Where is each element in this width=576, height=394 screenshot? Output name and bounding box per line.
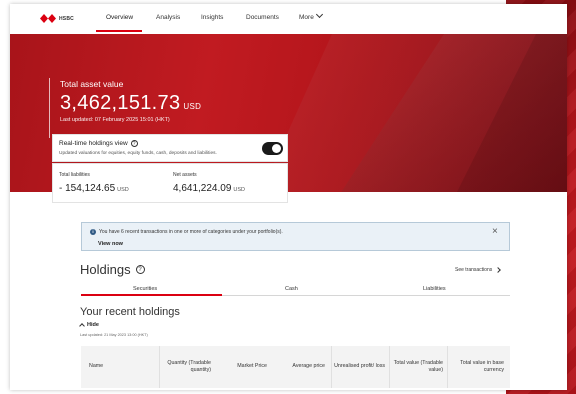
- top-navigation: HSBC Overview Analysis Insights Document…: [10, 4, 567, 34]
- info-filled-icon: i: [90, 229, 96, 235]
- holdings-tabs: Securities Cash Liabilities: [81, 284, 510, 296]
- view-now-link[interactable]: View now: [98, 241, 123, 247]
- holdings-last-updated: Last updated: 21 May 2023 13:00 (HKT): [80, 333, 148, 337]
- hide-toggle[interactable]: Hide: [79, 322, 99, 329]
- tab-securities[interactable]: Securities: [133, 286, 157, 292]
- logo-text: HSBC: [59, 15, 74, 22]
- total-liabilities-currency: USD: [117, 187, 129, 193]
- toggle-knob: [272, 144, 281, 153]
- nav-overview[interactable]: Overview: [106, 14, 133, 21]
- holdings-title: Holdings: [80, 262, 131, 277]
- net-assets-currency: USD: [233, 187, 246, 193]
- hero-divider: [49, 78, 50, 138]
- net-assets-label: Net assets: [173, 172, 197, 178]
- chevron-down-icon: [315, 10, 323, 19]
- transactions-notice: i You have 6 recent transactions in one …: [81, 222, 510, 251]
- tab-cash[interactable]: Cash: [285, 286, 298, 292]
- nav-active-indicator: [96, 30, 142, 32]
- last-updated-text: Last updated: 07 February 2025 15:01 (HK…: [60, 117, 170, 123]
- nav-documents[interactable]: Documents: [246, 14, 279, 21]
- nav-analysis[interactable]: Analysis: [156, 14, 180, 21]
- realtime-subtitle: Updated valuations for equities, equity …: [59, 151, 217, 156]
- recent-holdings-title: Your recent holdings: [80, 306, 180, 318]
- realtime-title: Real-time holdings view ?: [59, 140, 138, 147]
- tab-liabilities[interactable]: Liabilities: [423, 286, 446, 292]
- nav-insights[interactable]: Insights: [201, 14, 223, 21]
- column-header-total-value-base[interactable]: Total value in base currency: [447, 346, 508, 388]
- realtime-title-label: Real-time holdings view: [59, 140, 128, 147]
- column-header-total-value[interactable]: Total value (Tradable value): [389, 346, 447, 388]
- column-header-average-price[interactable]: Average price: [269, 346, 327, 388]
- holdings-info-icon[interactable]: ?: [135, 265, 145, 274]
- info-icon[interactable]: ?: [130, 140, 138, 147]
- see-transactions-label: See transactions: [455, 267, 493, 273]
- total-asset-amount: 3,462,151.73: [60, 92, 181, 114]
- main-panel: HSBC Overview Analysis Insights Document…: [10, 4, 567, 390]
- close-icon[interactable]: ×: [492, 226, 498, 237]
- net-assets-value: 4,641,224.09 USD: [173, 183, 245, 194]
- see-transactions-link[interactable]: See transactions: [455, 267, 502, 273]
- total-liabilities-label: Total liabilities: [59, 172, 90, 178]
- nav-more-label: More: [299, 14, 314, 21]
- realtime-holdings-card: Real-time holdings view ? Updated valuat…: [52, 134, 288, 162]
- total-liabilities-value: - 154,124.65 USD: [59, 183, 129, 194]
- chevron-right-icon: [495, 267, 502, 273]
- realtime-toggle[interactable]: [262, 142, 283, 155]
- total-liabilities-amount: - 154,124.65: [59, 183, 116, 194]
- notice-text: You have 6 recent transactions in one or…: [99, 229, 283, 235]
- column-header-quantity[interactable]: Quantity (Tradable quantity): [159, 346, 215, 388]
- net-assets-amount: 4,641,224.09: [173, 183, 232, 194]
- column-header-unrealised-pl[interactable]: Unrealised profit/ loss: [331, 346, 389, 388]
- holdings-heading: Holdings ?: [80, 262, 145, 277]
- total-asset-value: 3,462,151.73 USD: [60, 92, 201, 115]
- total-asset-label: Total asset value: [60, 79, 124, 89]
- total-asset-currency: USD: [183, 102, 202, 111]
- nav-more[interactable]: More: [299, 10, 323, 21]
- hsbc-logo[interactable]: HSBC: [40, 14, 74, 23]
- holdings-table-header: Name Quantity (Tradable quantity) Market…: [81, 346, 510, 388]
- hsbc-hexagon-icon: [40, 14, 56, 23]
- chevron-up-icon: [79, 323, 85, 329]
- tab-active-indicator: [81, 294, 222, 296]
- column-header-name[interactable]: Name: [89, 346, 159, 388]
- column-header-market-price[interactable]: Market Price: [215, 346, 269, 388]
- hide-label: Hide: [87, 322, 99, 328]
- summary-card: Total liabilities - 154,124.65 USD Net as…: [52, 163, 288, 203]
